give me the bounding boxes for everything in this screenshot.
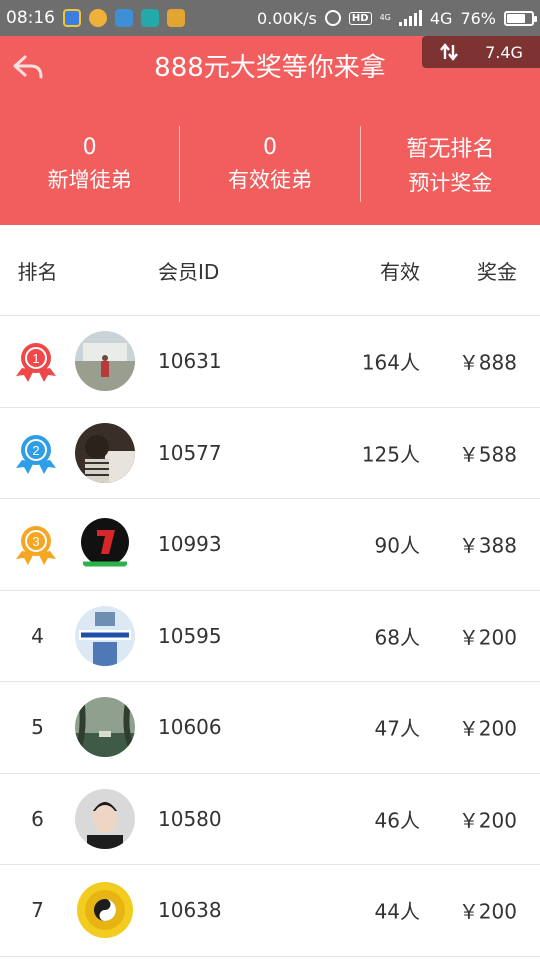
traffic-badge[interactable]: 7.4G [422,36,540,68]
gold-medal-icon: 1 [16,343,56,383]
rank-number: 7 [31,898,44,923]
avatar [75,788,135,849]
network-speed: 0.00K/s [257,8,317,28]
status-time: 08:16 [6,8,55,28]
prize-amount: ￥388 [458,533,517,558]
rank-number: 4 [31,623,44,648]
avatar [75,605,135,666]
avatar [75,422,135,483]
table-row[interactable]: 7 10638 44人 ￥200 [0,865,540,957]
scan-notification-icon [141,9,159,27]
avatar [75,880,135,941]
valid-count: 46人 [374,808,420,833]
member-id: 10606 [158,715,222,740]
header-valid: 有效 [380,259,420,284]
table-row[interactable]: 2 10577 125人 ￥588 [0,408,540,499]
medal-number: 2 [32,443,39,458]
stat-label: 预计奖金 [408,171,493,195]
traffic-amount: 7.4G [485,42,523,62]
network-type: 4G [429,8,453,28]
hd-icon: HD [348,11,372,25]
app-notification-icon [89,9,107,27]
header: 888元大奖等你来拿 7.4G 0 新增徒弟 0 有效徒弟 暂无排名 预计奖金 [0,36,540,225]
signal-icon [398,10,422,26]
stat-value: 暂无排名 [406,137,495,162]
valid-count: 47人 [374,716,420,741]
avatar [75,331,135,392]
silver-medal-icon: 2 [16,434,56,474]
avatar [75,514,135,575]
valid-count: 68人 [374,625,420,650]
header-rank: 排名 [17,259,58,284]
data-transfer-icon [440,43,459,61]
stats-bar: 0 新增徒弟 0 有效徒弟 暂无排名 预计奖金 [0,126,540,202]
alarm-icon [324,10,341,26]
prize-amount: ￥200 [458,808,517,833]
table-row[interactable]: 5 10606 47人 ￥200 [0,682,540,774]
prize-amount: ￥200 [458,899,517,924]
prize-amount: ￥200 [458,716,517,741]
table-row[interactable]: 1 10631 164人 ￥888 [0,316,540,408]
avatar [75,697,135,758]
member-id: 10577 [158,440,222,465]
rank-number: 6 [31,806,44,831]
bronze-medal-icon: 3 [16,526,56,566]
header-member-id: 会员ID [158,259,220,284]
prize-amount: ￥200 [458,625,517,650]
ranking-list: 1 10631 164人 ￥888 2 10577 125人 ￥588 3 10… [0,316,540,957]
prize-amount: ￥588 [458,442,517,467]
app-notification-icon [63,9,81,27]
status-bar: 08:16 0.00K/s HD 4G 4G 76% [0,0,540,36]
member-id: 10993 [158,532,222,557]
rank-number: 5 [31,715,44,740]
stat-valid-apprentices: 0 有效徒弟 [180,126,359,202]
battery-icon [504,10,537,26]
medal-number: 3 [32,534,39,549]
valid-count: 90人 [374,533,420,558]
valid-count: 164人 [361,350,420,375]
battery-percent: 76% [460,8,496,28]
medal-number: 1 [32,351,39,366]
table-row[interactable]: 3 10993 90人 ￥388 [0,499,540,591]
member-id: 10580 [158,806,222,831]
stat-label: 有效徒弟 [227,167,312,192]
valid-count: 125人 [361,442,420,467]
stat-label: 新增徒弟 [47,167,132,192]
stat-value: 0 [82,134,97,160]
header-prize: 奖金 [477,259,517,284]
table-row[interactable]: 6 10580 46人 ￥200 [0,774,540,865]
member-id: 10638 [158,898,222,923]
message-notification-icon [115,9,133,27]
member-id: 10631 [158,349,222,374]
prize-amount: ￥888 [458,350,517,375]
member-id: 10595 [158,623,222,648]
table-row[interactable]: 4 10595 68人 ￥200 [0,591,540,682]
stat-value: 0 [262,134,277,160]
app-notification-icon [167,9,185,27]
valid-count: 44人 [374,899,420,924]
stat-new-apprentices: 0 新增徒弟 [0,126,179,202]
stat-estimated-prize: 暂无排名 预计奖金 [361,126,540,202]
ranking-table-header: 排名 会员ID 有效 奖金 [0,225,540,316]
small-4g-label: 4G [379,13,391,22]
